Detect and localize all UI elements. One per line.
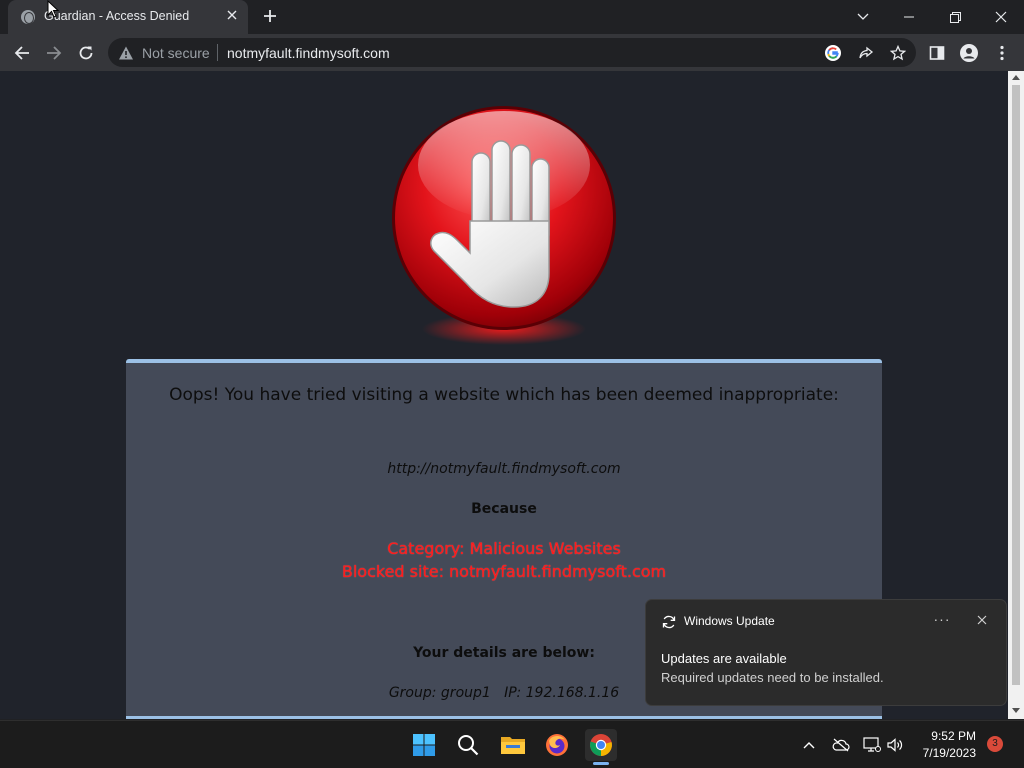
google-icon[interactable] [824,44,842,62]
toast-close-icon[interactable] [972,610,992,630]
globe-icon [21,10,35,24]
profile-icon[interactable] [957,41,981,65]
file-explorer-icon[interactable] [497,729,529,761]
taskbar: 9:52 PM 7/19/2023 3 [0,720,1024,768]
block-heading: Oops! You have tried visiting a website … [169,385,839,405]
scroll-up-icon[interactable] [1012,75,1020,80]
tab-title: Guardian - Access Denied [44,9,190,23]
toast-headline: Updates are available [661,651,787,666]
panel-bottom-border [126,716,882,719]
new-tab-button[interactable] [260,6,280,28]
sync-icon [662,615,676,629]
volume-icon[interactable] [885,735,905,755]
reload-button[interactable] [74,41,98,65]
close-window-button[interactable] [978,0,1024,34]
onedrive-offline-icon[interactable] [831,735,851,755]
tab-close-icon[interactable] [224,8,240,24]
address-bar[interactable]: Not secure notmyfault.findmysoft.com [108,38,916,67]
side-panel-icon[interactable] [925,41,949,65]
blocked-site-line: Blocked site: notmyfault.findmysoft.com [341,562,667,581]
mouse-cursor-icon [47,0,60,18]
url-text[interactable]: notmyfault.findmysoft.com [227,45,390,61]
more-options-icon[interactable]: ··· [932,610,952,630]
warning-icon[interactable] [118,45,134,61]
back-button[interactable] [10,41,34,65]
stop-hand-icon [392,106,616,345]
toast-app-name: Windows Update [684,614,775,628]
clock-date[interactable]: 7/19/2023 [912,746,976,760]
active-app-indicator [593,762,609,765]
omnibox-divider [217,44,218,61]
network-icon[interactable] [862,735,882,755]
firefox-icon[interactable] [541,729,573,761]
browser-toolbar: Not secure notmyfault.findmysoft.com [0,34,1024,71]
notification-count-badge[interactable]: 3 [987,736,1003,752]
scroll-down-icon[interactable] [1012,708,1020,713]
security-status[interactable]: Not secure [142,45,210,61]
because-label: Because [471,501,537,517]
forward-button[interactable] [42,41,66,65]
blocked-url: http://notmyfault.findmysoft.com [387,461,621,477]
scroll-thumb[interactable] [1012,85,1020,685]
minimize-button[interactable] [886,0,932,34]
menu-kebab-icon[interactable] [990,41,1014,65]
share-icon[interactable] [857,44,875,62]
title-bar: Guardian - Access Denied [0,0,1024,34]
page-scrollbar[interactable] [1008,71,1024,719]
category-line: Category: Malicious Websites [387,539,621,558]
restore-button[interactable] [932,0,978,34]
clock-time[interactable]: 9:52 PM [912,729,976,743]
toast-body: Required updates need to be installed. [661,670,884,685]
browser-tab[interactable]: Guardian - Access Denied [8,0,248,34]
chevron-up-icon[interactable] [799,735,819,755]
tab-search-button[interactable] [840,0,886,34]
bookmark-star-icon[interactable] [889,44,907,62]
search-icon[interactable] [452,729,484,761]
notification-toast[interactable]: Windows Update ··· Updates are available… [645,599,1007,706]
start-icon[interactable] [408,729,440,761]
chrome-icon[interactable] [585,729,617,761]
